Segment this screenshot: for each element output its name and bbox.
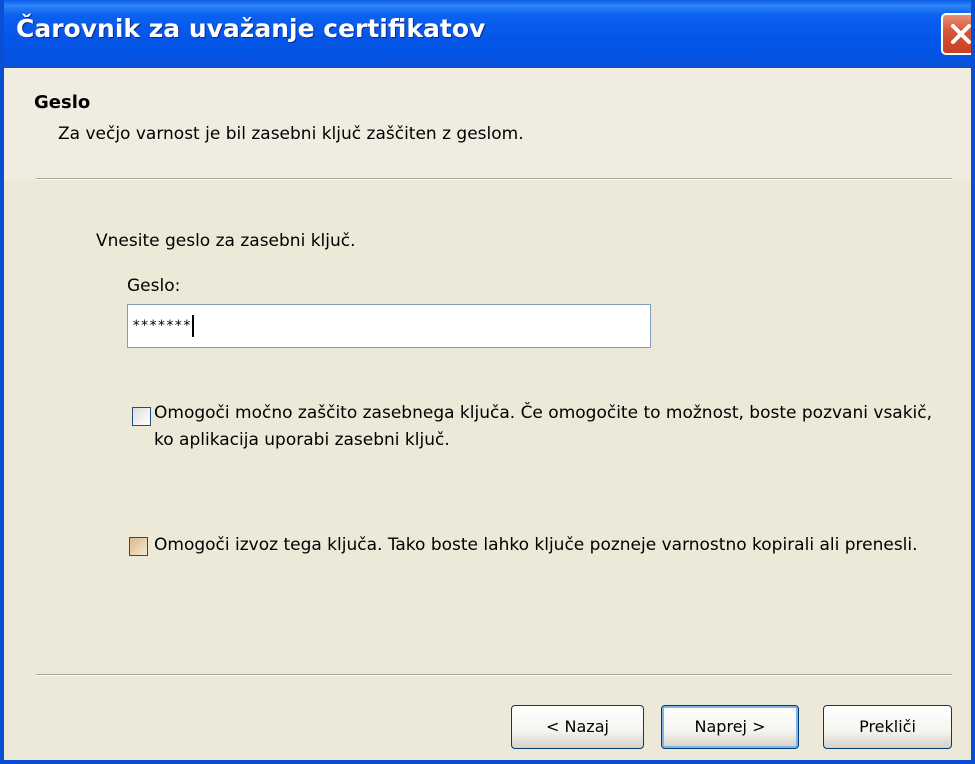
close-button[interactable] — [941, 13, 971, 55]
page-subtitle: Za večjo varnost je bil zasebni ključ za… — [58, 124, 524, 144]
exportable-key-checkbox[interactable] — [129, 537, 148, 556]
password-input[interactable]: ******* — [127, 304, 651, 348]
footer-separator — [36, 674, 952, 676]
wizard-window: Čarovnik za uvažanje certifikatov Geslo … — [0, 0, 975, 764]
password-prompt: Vnesite geslo za zasebni ključ. — [96, 231, 356, 251]
strong-protection-checkbox[interactable] — [132, 407, 151, 426]
title-bar[interactable]: Čarovnik za uvažanje certifikatov — [4, 0, 971, 68]
text-caret — [192, 315, 195, 337]
back-button[interactable]: < Nazaj — [511, 705, 644, 749]
close-icon — [951, 24, 971, 44]
exportable-key-label[interactable]: Omogoči izvoz tega ključa. Tako boste la… — [154, 532, 934, 559]
strong-protection-label[interactable]: Omogoči močno zaščito zasebnega ključa. … — [154, 400, 934, 454]
cancel-button[interactable]: Prekliči — [823, 705, 952, 749]
password-label: Geslo: — [127, 276, 181, 296]
window-title: Čarovnik za uvažanje certifikatov — [16, 14, 486, 43]
header-separator — [36, 178, 952, 180]
password-value: ******* — [132, 318, 192, 334]
page-title: Geslo — [34, 92, 91, 113]
next-button[interactable]: Naprej > — [661, 705, 799, 749]
